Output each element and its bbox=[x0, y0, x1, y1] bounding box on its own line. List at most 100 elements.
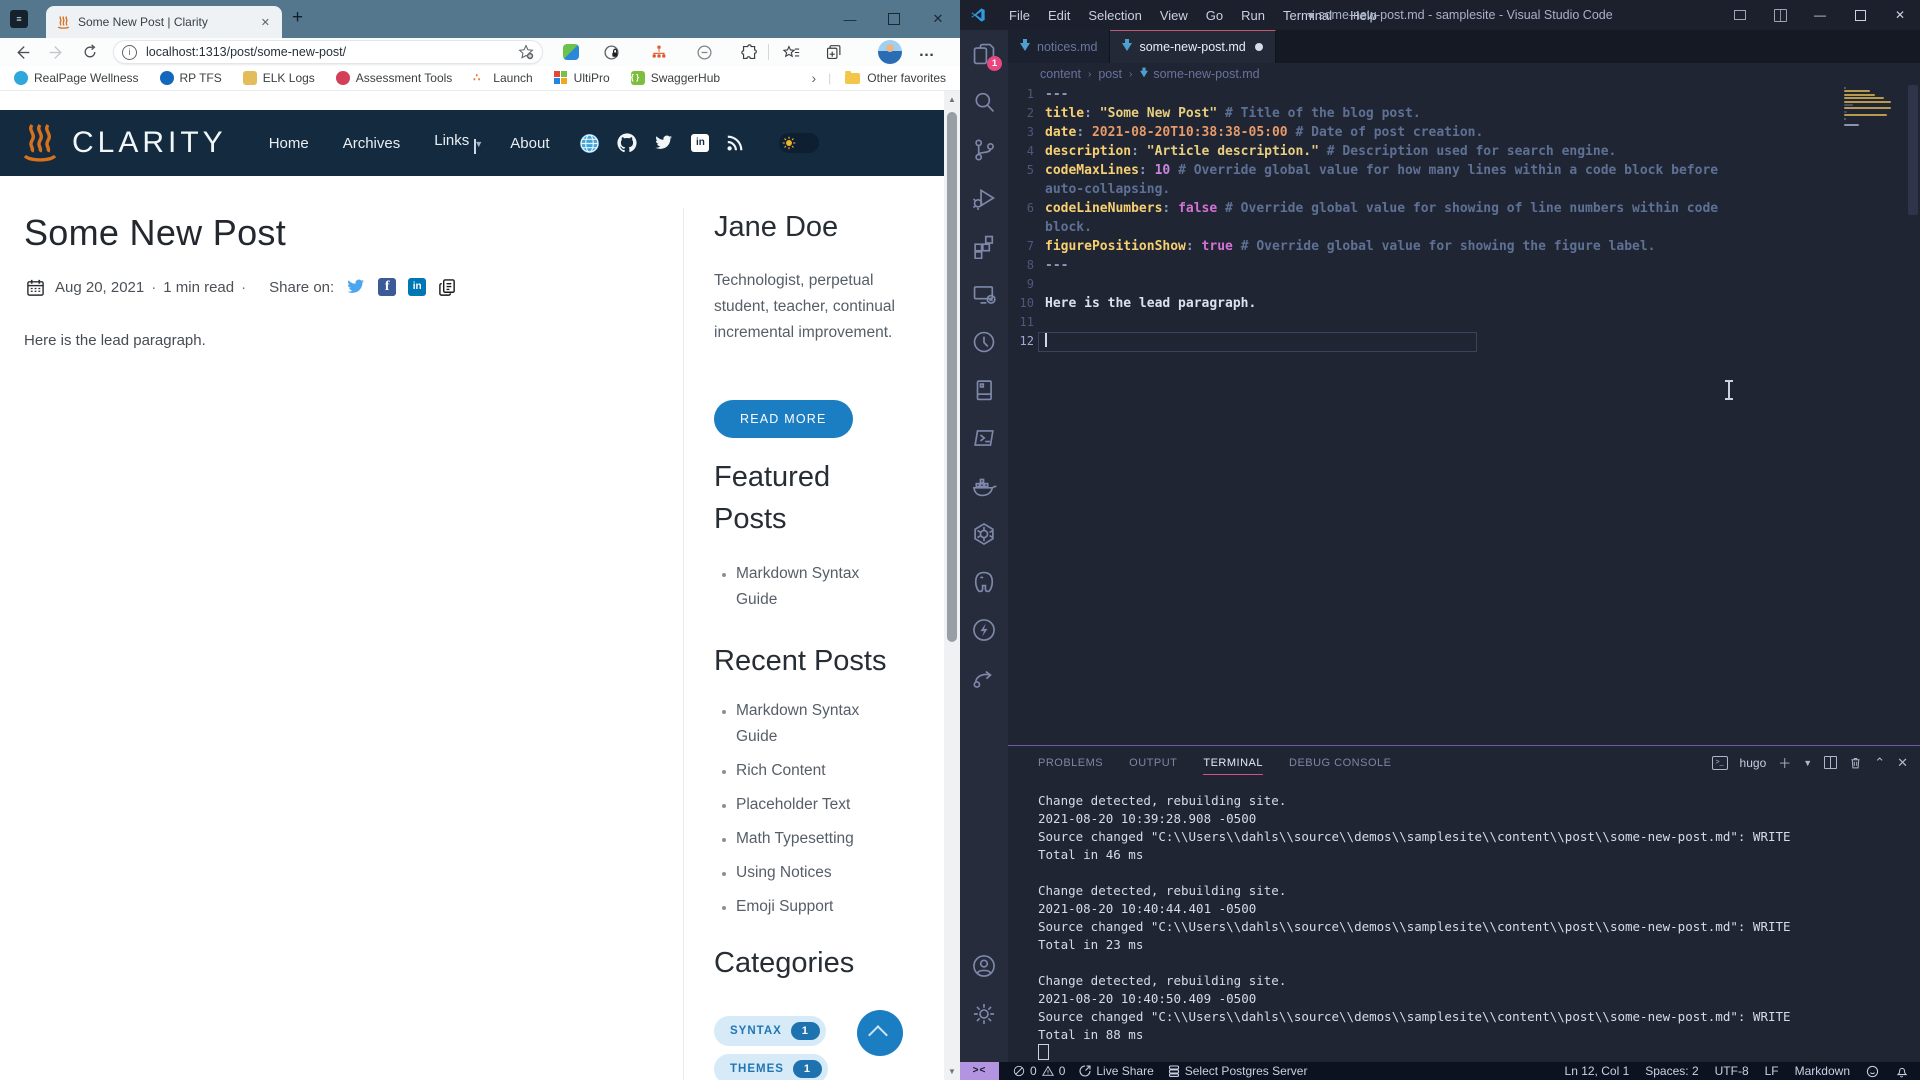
extensions-icon[interactable] bbox=[960, 222, 1008, 270]
nav-item-home[interactable]: Home bbox=[269, 135, 309, 152]
post-link[interactable]: Markdown Syntax Guide bbox=[736, 561, 886, 613]
bookmark-item[interactable]: RP TFS bbox=[160, 71, 222, 85]
breadcrumbs[interactable]: content›post›some-new-post.md bbox=[1008, 63, 1920, 85]
post-link[interactable]: Placeholder Text bbox=[736, 792, 886, 818]
bookmark-item[interactable]: ∴Launch bbox=[473, 71, 532, 85]
twitter-icon[interactable] bbox=[654, 133, 674, 153]
kubernetes-icon[interactable] bbox=[960, 510, 1008, 558]
bookmark-item[interactable]: ELK Logs bbox=[243, 71, 315, 85]
bookmark-item[interactable]: UltiPro bbox=[554, 71, 610, 85]
editor-scrollbar-thumb[interactable] bbox=[1908, 85, 1918, 215]
code-line[interactable]: 6codeLineNumbers: false # Override globa… bbox=[1008, 199, 1920, 218]
scrollbar-thumb[interactable] bbox=[947, 112, 957, 642]
read-more-button[interactable]: READ MORE bbox=[714, 400, 853, 438]
breadcrumb-item[interactable]: post bbox=[1098, 67, 1122, 81]
scrollbar-up-icon[interactable]: ▲ bbox=[944, 95, 960, 104]
nav-item-about[interactable]: About bbox=[510, 135, 549, 152]
menu-go[interactable]: Go bbox=[1197, 8, 1232, 23]
menu-selection[interactable]: Selection bbox=[1079, 8, 1150, 23]
code-line[interactable]: 7figurePositionShow: true # Override glo… bbox=[1008, 237, 1920, 256]
panel-tab-output[interactable]: OUTPUT bbox=[1129, 750, 1177, 774]
live-share-status[interactable]: Live Share bbox=[1079, 1064, 1153, 1078]
nav-item-archives[interactable]: Archives bbox=[343, 135, 401, 152]
tab-close-icon[interactable]: ✕ bbox=[257, 14, 274, 31]
collections-icon[interactable] bbox=[822, 42, 844, 62]
status-item[interactable]: LF bbox=[1765, 1064, 1779, 1078]
new-terminal-icon[interactable]: ＋ bbox=[1778, 753, 1791, 772]
postgres-icon[interactable] bbox=[960, 558, 1008, 606]
notifications-bell-icon[interactable] bbox=[1895, 1065, 1908, 1078]
language-globe-icon[interactable] bbox=[579, 133, 600, 154]
scroll-to-top-button[interactable] bbox=[857, 1010, 903, 1056]
copy-link-icon[interactable] bbox=[438, 278, 457, 297]
other-favorites-button[interactable]: Other favorites bbox=[867, 71, 946, 85]
add-favorite-icon[interactable] bbox=[518, 44, 534, 60]
favorites-icon[interactable] bbox=[780, 42, 802, 62]
breadcrumb-item[interactable]: some-new-post.md bbox=[1153, 67, 1259, 81]
panel-tab-debug-console[interactable]: DEBUG CONSOLE bbox=[1289, 750, 1391, 774]
new-tab-button[interactable]: + bbox=[292, 7, 303, 29]
split-terminal-icon[interactable] bbox=[1824, 756, 1837, 769]
menu-edit[interactable]: Edit bbox=[1039, 8, 1079, 23]
minimap[interactable] bbox=[1844, 87, 1904, 134]
browser-settings-menu-icon[interactable]: … bbox=[916, 42, 938, 62]
nav-item-links[interactable]: Links▼ bbox=[434, 132, 476, 154]
terminal-dropdown-icon[interactable]: ▼ bbox=[1803, 758, 1812, 768]
powershell-icon[interactable] bbox=[960, 414, 1008, 462]
github-icon[interactable] bbox=[617, 133, 637, 153]
layout-icon[interactable] bbox=[1760, 0, 1800, 30]
code-line[interactable]: 1--- bbox=[1008, 85, 1920, 104]
notebook-icon[interactable] bbox=[960, 366, 1008, 414]
source-control-icon[interactable] bbox=[960, 126, 1008, 174]
category-pill-syntax[interactable]: SYNTAX1 bbox=[714, 1016, 826, 1046]
kill-terminal-icon[interactable] bbox=[1849, 756, 1862, 770]
feedback-icon[interactable] bbox=[1866, 1065, 1879, 1078]
bookmarks-overflow-icon[interactable]: › bbox=[812, 70, 817, 86]
post-link[interactable]: Using Notices bbox=[736, 860, 886, 886]
browser-tab[interactable]: Some New Post | Clarity ✕ bbox=[46, 6, 282, 38]
account-icon[interactable] bbox=[960, 942, 1008, 990]
browser-minimize-button[interactable]: — bbox=[828, 0, 872, 38]
gitlens-icon[interactable] bbox=[960, 318, 1008, 366]
back-icon[interactable] bbox=[10, 41, 34, 63]
problems-status[interactable]: 0 0 bbox=[1013, 1064, 1065, 1078]
search-icon[interactable] bbox=[960, 78, 1008, 126]
bookmark-item[interactable]: { }SwaggerHub bbox=[631, 71, 720, 85]
browser-maximize-button[interactable] bbox=[872, 0, 916, 38]
vscode-maximize-button[interactable] bbox=[1840, 0, 1880, 30]
tab-actions-menu-icon[interactable]: ≡ bbox=[10, 10, 28, 28]
bookmark-item[interactable]: Assessment Tools bbox=[336, 71, 453, 85]
post-link[interactable]: Rich Content bbox=[736, 758, 886, 784]
browser-close-button[interactable]: ✕ bbox=[916, 0, 960, 38]
vscode-minimize-button[interactable]: — bbox=[1800, 0, 1840, 30]
code-line[interactable]: 11 bbox=[1008, 313, 1920, 332]
panel-tab-terminal[interactable]: TERMINAL bbox=[1203, 750, 1263, 775]
status-item[interactable]: Ln 12, Col 1 bbox=[1565, 1064, 1630, 1078]
address-bar[interactable]: i localhost:1313/post/some-new-post/ bbox=[114, 41, 542, 63]
bookmark-item[interactable]: RealPage Wellness bbox=[14, 71, 139, 85]
explorer-icon[interactable]: 1 bbox=[960, 30, 1008, 78]
share-linkedin-icon[interactable]: in bbox=[408, 278, 426, 296]
menu-view[interactable]: View bbox=[1151, 8, 1197, 23]
post-link[interactable]: Markdown Syntax Guide bbox=[736, 698, 886, 750]
code-line[interactable]: block. bbox=[1008, 218, 1920, 237]
code-line[interactable]: auto-collapsing. bbox=[1008, 180, 1920, 199]
settings-icon[interactable] bbox=[960, 990, 1008, 1038]
extensions-puzzle-icon[interactable] bbox=[738, 42, 760, 62]
editor-tab-notices.md[interactable]: notices.md bbox=[1008, 30, 1110, 63]
share-facebook-icon[interactable]: f bbox=[378, 278, 396, 296]
maximize-panel-icon[interactable]: ⌃ bbox=[1874, 755, 1885, 771]
extension-sharepoint-icon[interactable] bbox=[560, 42, 582, 62]
breadcrumb-item[interactable]: content bbox=[1040, 67, 1081, 81]
category-pill-themes[interactable]: THEMES1 bbox=[714, 1054, 828, 1080]
run-debug-icon[interactable] bbox=[960, 174, 1008, 222]
share-twitter-icon[interactable] bbox=[346, 277, 366, 297]
rss-icon[interactable] bbox=[726, 134, 744, 152]
code-line[interactable]: 9 bbox=[1008, 275, 1920, 294]
status-item[interactable]: UTF-8 bbox=[1715, 1064, 1749, 1078]
refresh-icon[interactable] bbox=[78, 41, 102, 63]
code-line[interactable]: 3date: 2021-08-20T10:38:38-05:00 # Date … bbox=[1008, 123, 1920, 142]
clarity-logo-icon[interactable] bbox=[20, 121, 60, 165]
dark-mode-toggle[interactable] bbox=[779, 133, 819, 153]
vscode-close-button[interactable]: ✕ bbox=[1880, 0, 1920, 30]
